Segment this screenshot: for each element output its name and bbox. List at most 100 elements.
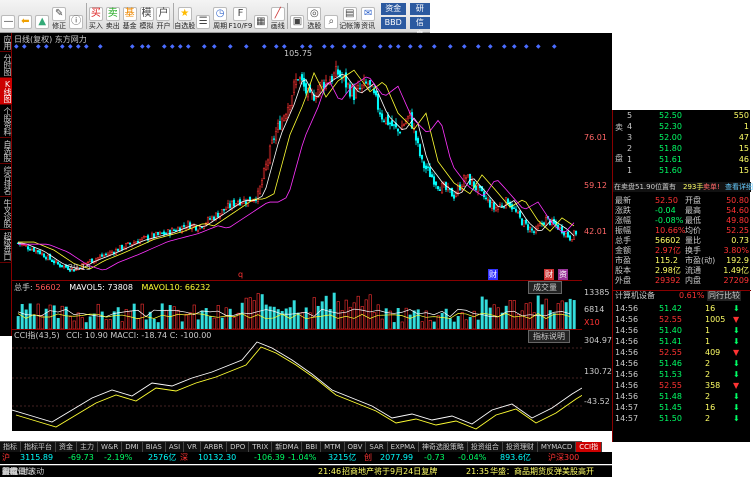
info-mine-icon[interactable]: ◆	[418, 43, 423, 50]
event-marker-finance[interactable]: 财	[488, 269, 498, 280]
sector-name[interactable]: 计算机设备	[615, 291, 655, 301]
indicator-tab-9[interactable]: ARBR	[201, 442, 228, 452]
chart-area[interactable]: 日线(复权) 东方网力 ◆ ◆ ◆ ◆ ◆ ◆ ◆ ◆ ◆ ◆ ◆ ◆ ◆ ◆ ◆ ◆ ◆ ◆ ◆ ◆ ◆ ◆ ◆ ◆ ◆ ◆ ◆ ◆…	[12, 33, 582, 431]
research-button[interactable]: 研报	[409, 3, 431, 25]
indicator-tab-1[interactable]: 指标平台	[21, 442, 56, 452]
info-mine-icon[interactable]: ◆	[552, 43, 557, 50]
info-mine-icon[interactable]: ◆	[68, 43, 73, 50]
info-mine-icon[interactable]: ◆	[98, 43, 103, 50]
left-tab-0[interactable]: 应用	[0, 33, 12, 52]
edit-tool-button[interactable]: ✎ 修正	[51, 0, 68, 32]
news1-text[interactable]: 招商地产将于9月24日复牌	[342, 466, 437, 478]
indicator-tab-17[interactable]: EXPMA	[388, 442, 419, 452]
fund-tool-button[interactable]: 基基金	[121, 0, 138, 32]
info-mine-icon[interactable]: ◆	[488, 43, 493, 50]
indicator-tab-22[interactable]: CCI指	[576, 442, 603, 452]
event-marker-fund[interactable]: 资	[558, 269, 568, 280]
indicator-tab-13[interactable]: BBI	[302, 442, 322, 452]
info-mine-icon[interactable]: ◆	[36, 43, 41, 50]
indicator-tab-4[interactable]: W&R	[98, 442, 123, 452]
select-tool-button[interactable]: ◎ 选股	[306, 0, 323, 32]
indicator-tab-10[interactable]: DPO	[227, 442, 250, 452]
indicator-tab-11[interactable]: TRIX	[249, 442, 273, 452]
info-mine-icon[interactable]: ◆	[14, 43, 19, 50]
indicator-tab-16[interactable]: SAR	[366, 442, 388, 452]
info-mine-icon[interactable]: ◆	[130, 43, 135, 50]
left-tab-3[interactable]: 个股资料	[0, 105, 12, 138]
capital-button[interactable]: 资金	[380, 3, 406, 15]
sz-value[interactable]: 10132.30	[198, 452, 236, 464]
grid-tool-button[interactable]: ▦	[252, 0, 269, 32]
left-tab-7[interactable]: 超级盘口	[0, 230, 12, 263]
list-tool-button[interactable]: ☰	[195, 0, 212, 32]
info-mine-icon[interactable]: ◆	[22, 43, 27, 50]
cy-value[interactable]: 2077.99	[380, 452, 413, 464]
info-mine-icon[interactable]: ◆	[244, 43, 249, 50]
sell-price[interactable]: 51.80	[659, 144, 682, 154]
indicator-tab-6[interactable]: BIAS	[143, 442, 166, 452]
left-tab-5[interactable]: 综合排名	[0, 164, 12, 197]
info-mine-icon[interactable]: ◆	[84, 43, 89, 50]
simulate-tool-button[interactable]: 模模拟	[138, 0, 155, 32]
info-mine-icon[interactable]: ◆	[462, 43, 467, 50]
info-mine-icon[interactable]: ◆	[322, 43, 327, 50]
indicator-tab-8[interactable]: VR	[184, 442, 201, 452]
star-tool-button[interactable]: ★ 自选股	[174, 0, 195, 32]
info-mine-icon[interactable]: ◆	[448, 43, 453, 50]
info-mine-icon[interactable]: ◆	[170, 43, 175, 50]
left-tab-6[interactable]: 牛叉诊股	[0, 197, 12, 230]
left-tab-2[interactable]: K线图	[0, 78, 12, 105]
info-mine-icon[interactable]: ◆	[60, 43, 65, 50]
bbd-button[interactable]: BBD	[380, 17, 406, 29]
sh-value[interactable]: 3115.89	[20, 452, 53, 464]
indicator-tab-0[interactable]: 指标	[0, 442, 21, 452]
info-mine-icon[interactable]: ◆	[512, 43, 517, 50]
status-link[interactable]: 24小时滚动	[2, 466, 44, 478]
book-tool-button[interactable]: ▤ 记帐簿	[339, 0, 360, 32]
event-marker-finance-2[interactable]: 财	[544, 269, 554, 280]
period-tool-button[interactable]: ◷ 周期	[212, 0, 229, 32]
indicator-tab-19[interactable]: 投资组合	[468, 442, 503, 452]
info-mine-icon[interactable]: ◆	[352, 43, 357, 50]
back-arrow-tool-button[interactable]: ⬅	[17, 0, 34, 32]
indicator-tab-5[interactable]: DMI	[122, 442, 143, 452]
news2-text[interactable]: 华盛：商品期货反弹美股高开	[490, 466, 594, 478]
indicator-tab-15[interactable]: OBV	[345, 442, 367, 452]
info-mine-icon[interactable]: ◆	[44, 43, 49, 50]
sell-tool-button[interactable]: 卖卖出	[104, 0, 121, 32]
compare-peers-link[interactable]: 同行比较	[707, 291, 741, 301]
info-mine-icon[interactable]: ◆	[330, 43, 335, 50]
event-marker-q[interactable]: q	[238, 270, 243, 279]
left-tab-4[interactable]: 自选股	[0, 138, 12, 164]
zoom-tool-button[interactable]: ⌕	[323, 0, 340, 32]
info-mine-icon[interactable]: ◆	[274, 43, 279, 50]
info-mine-icon[interactable]: ◆	[342, 43, 347, 50]
indicator-tab-2[interactable]: 资金	[56, 442, 77, 452]
indicator-tab-14[interactable]: MTM	[321, 442, 345, 452]
info-mine-icon[interactable]: ◆	[432, 43, 437, 50]
indicator-tab-20[interactable]: 投资理财	[503, 442, 538, 452]
buy-price[interactable]: 51.60	[659, 166, 682, 176]
window-tool-button[interactable]: ▣	[289, 0, 306, 32]
buy-tool-button[interactable]: 买买入	[87, 0, 104, 32]
info-mine-icon[interactable]: ◆	[408, 43, 413, 50]
account-tool-button[interactable]: 户开户	[155, 0, 172, 32]
info-mine-icon[interactable]: ◆	[212, 43, 217, 50]
news-tool-button[interactable]: ✉ 资讯	[360, 0, 377, 32]
info-mine-icon[interactable]: ◆	[524, 43, 529, 50]
sell-price[interactable]: 52.50	[659, 111, 682, 121]
info-mine-icon[interactable]: ◆	[162, 43, 167, 50]
info-mine-icon[interactable]: ◆	[146, 43, 151, 50]
info-mine-icon[interactable]: ◆	[388, 43, 393, 50]
indicator-tab-21[interactable]: MYMACD	[538, 442, 577, 452]
info-mine-icon[interactable]: ◆	[536, 43, 541, 50]
info-mine-icon[interactable]: ◆	[362, 43, 367, 50]
info-mine-icon[interactable]: ◆	[140, 43, 145, 50]
up-tool-button[interactable]: ▲	[34, 0, 51, 32]
info-mine-icon[interactable]: ◆	[502, 43, 507, 50]
draw-tool-button[interactable]: ╱ 画线	[269, 0, 286, 32]
left-tab-1[interactable]: 分时图	[0, 52, 12, 78]
info-mine-icon[interactable]: ◆	[186, 43, 191, 50]
f10-tool-button[interactable]: F F10/F9	[229, 0, 252, 32]
view-detail-link[interactable]: 查看详细	[725, 182, 753, 192]
